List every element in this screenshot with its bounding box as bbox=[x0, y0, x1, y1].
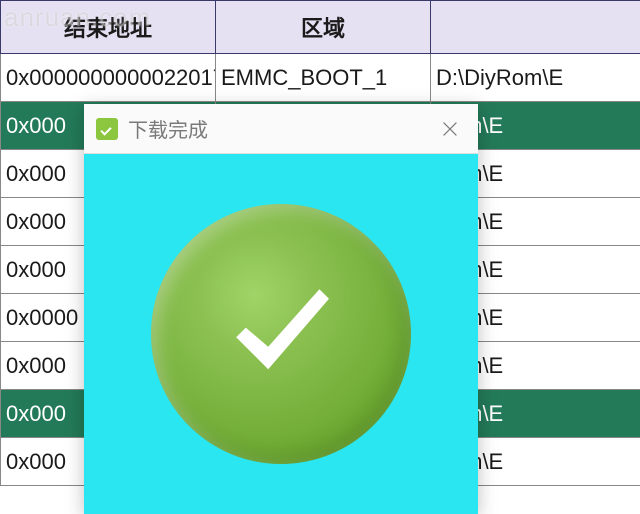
dialog-titlebar: 下载完成 bbox=[84, 104, 478, 154]
cell-region: EMMC_BOOT_1 bbox=[216, 54, 431, 102]
cell-path: D:\DiyRom\E bbox=[431, 54, 640, 102]
col-end-address[interactable]: 结束地址 bbox=[1, 1, 216, 54]
dialog-title: 下载完成 bbox=[128, 114, 424, 143]
col-region[interactable]: 区域 bbox=[216, 1, 431, 54]
table-row[interactable]: 0x0000000000022017EMMC_BOOT_1D:\DiyRom\E bbox=[1, 54, 640, 102]
dialog-body bbox=[84, 154, 478, 514]
close-icon[interactable] bbox=[434, 113, 466, 145]
col-path[interactable] bbox=[431, 1, 640, 54]
checkmark-icon bbox=[201, 254, 361, 414]
x-icon bbox=[439, 118, 461, 140]
table-header-row: 结束地址 区域 bbox=[1, 1, 640, 54]
check-circle bbox=[151, 204, 411, 464]
success-icon bbox=[96, 118, 118, 140]
cell-address: 0x0000000000022017 bbox=[1, 54, 216, 102]
download-complete-dialog: 下载完成 bbox=[84, 104, 478, 514]
